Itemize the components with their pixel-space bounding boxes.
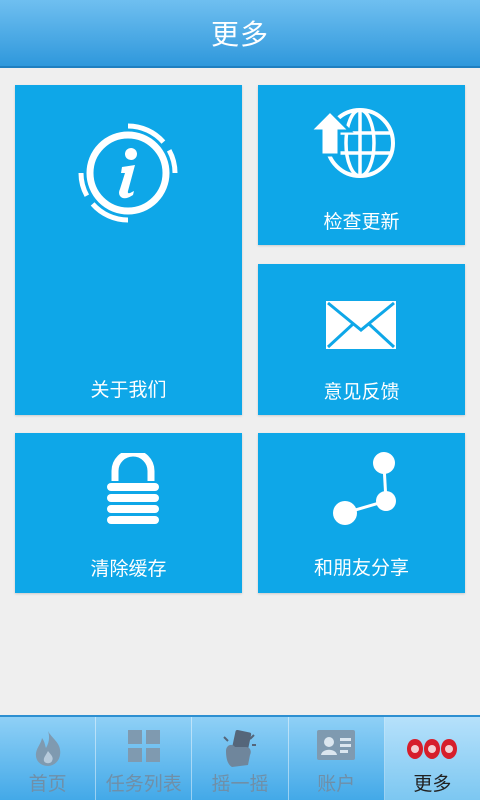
check-update-label: 检查更新 [323,211,400,233]
check-update-tile[interactable]: 检查更新 [258,85,465,245]
share-label: 和朋友分享 [313,557,409,579]
tab-account-label: 账户 [317,773,356,795]
flame-icon [35,731,60,766]
shake-phone-icon [223,729,256,767]
tab-shake-label: 摇一摇 [211,773,269,795]
upload-globe-icon [308,108,395,178]
lock-icon [107,453,159,524]
about-us-label: 关于我们 [90,379,167,401]
tab-more-label: 更多 [413,773,452,795]
mail-icon [326,301,396,349]
more-dots-icon [407,739,458,759]
feedback-label: 意见反馈 [323,381,400,403]
feedback-tile[interactable]: 意见反馈 [258,264,465,415]
tab-more[interactable]: 更多 [384,717,480,800]
share-tile[interactable]: 和朋友分享 [258,433,465,593]
clear-cache-label: 清除缓存 [90,558,167,580]
tab-account[interactable]: 账户 [289,717,385,800]
bottom-tab-bar: 首页 任务列表 摇一摇 账户 更多 [0,715,480,800]
clear-cache-tile[interactable]: 清除缓存 [15,433,242,593]
tab-shake[interactable]: 摇一摇 [192,717,289,800]
about-us-tile[interactable]: 关于我们 [15,85,242,415]
tab-task-list[interactable]: 任务列表 [96,717,193,800]
page-title: 更多 [210,18,269,51]
tab-task-list-label: 任务列表 [105,773,182,795]
share-icon [333,452,396,525]
info-icon [78,123,178,223]
tab-home-label: 首页 [28,773,67,795]
app-header: 更多 [0,0,480,68]
grid-icon [127,730,160,762]
contact-card-icon [317,730,356,760]
tab-home[interactable]: 首页 [0,717,97,800]
